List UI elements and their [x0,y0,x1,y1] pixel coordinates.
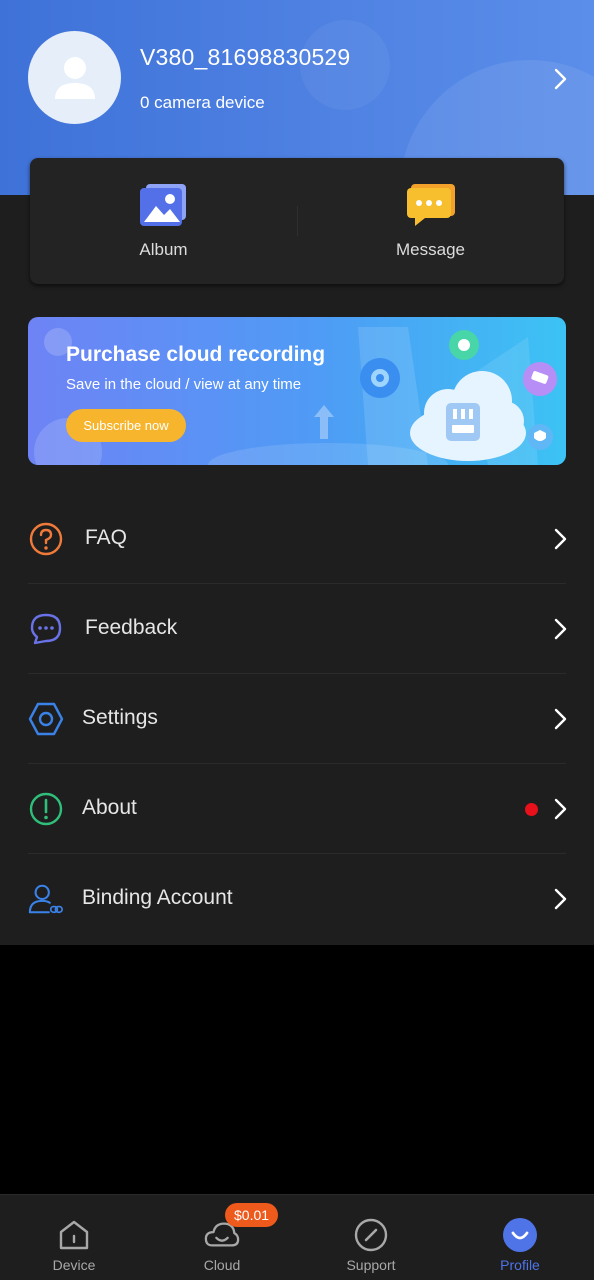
menu-label-about: About [82,796,137,819]
album-label: Album [139,240,188,259]
tab-device[interactable]: Device [0,1195,148,1280]
menu-label-feedback: Feedback [85,616,178,639]
album-icon [139,184,186,226]
chevron-right-icon [548,524,574,554]
home-icon [56,1217,92,1253]
user-icon [54,56,95,99]
menu-item-faq[interactable]: FAQ [0,494,594,584]
chevron-right-icon [548,794,574,824]
message-button[interactable]: Message [297,158,564,284]
tab-support[interactable]: Support [297,1195,445,1280]
profile-smile-icon [502,1217,538,1253]
divider [297,206,298,236]
notification-dot [525,803,538,816]
subscribe-button[interactable]: Subscribe now [66,409,186,442]
menu-item-binding-account[interactable]: Binding Account [0,854,594,944]
banner-subtitle: Save in the cloud / view at any time [66,376,302,393]
menu-label-settings: Settings [82,706,158,729]
cloud-recording-banner[interactable]: Purchase cloud recording Save in the clo… [28,317,566,465]
username: V380_81698830529 [140,44,351,70]
tab-label-profile: Profile [500,1257,540,1273]
menu-label-faq: FAQ [85,526,128,549]
menu-item-about[interactable]: About [0,764,594,854]
menu-item-settings[interactable]: Settings [0,674,594,764]
chevron-right-icon [548,884,574,914]
tab-label-device: Device [52,1257,96,1273]
menu-label-binding-account: Binding Account [82,886,233,909]
chevron-right-icon[interactable] [548,64,574,94]
exclamation-circle-icon [28,791,64,827]
album-button[interactable]: Album [30,158,297,284]
chat-bubble-icon [28,611,64,647]
settings-menu: FAQ Feedback Settings About Binding Acco… [0,494,594,944]
tab-label-cloud: Cloud [203,1257,241,1273]
menu-item-feedback[interactable]: Feedback [0,584,594,674]
banner-title: Purchase cloud recording [66,343,326,366]
chevron-right-icon [548,614,574,644]
device-count: 0 camera device [140,93,265,112]
user-link-icon [28,881,64,917]
bottom-tab-bar: Device Cloud $0.01 Support Profile [0,1194,594,1280]
price-badge: $0.01 [225,1203,279,1227]
tab-profile[interactable]: Profile [446,1195,594,1280]
avatar[interactable] [28,31,121,124]
question-circle-icon [28,521,64,557]
tab-label-support: Support [346,1257,396,1273]
hexagon-gear-icon [28,701,64,737]
message-icon [406,184,455,226]
compass-icon [353,1217,389,1253]
message-label: Message [396,240,465,259]
quick-actions-card: Album Message [30,158,564,284]
chevron-right-icon [548,704,574,734]
